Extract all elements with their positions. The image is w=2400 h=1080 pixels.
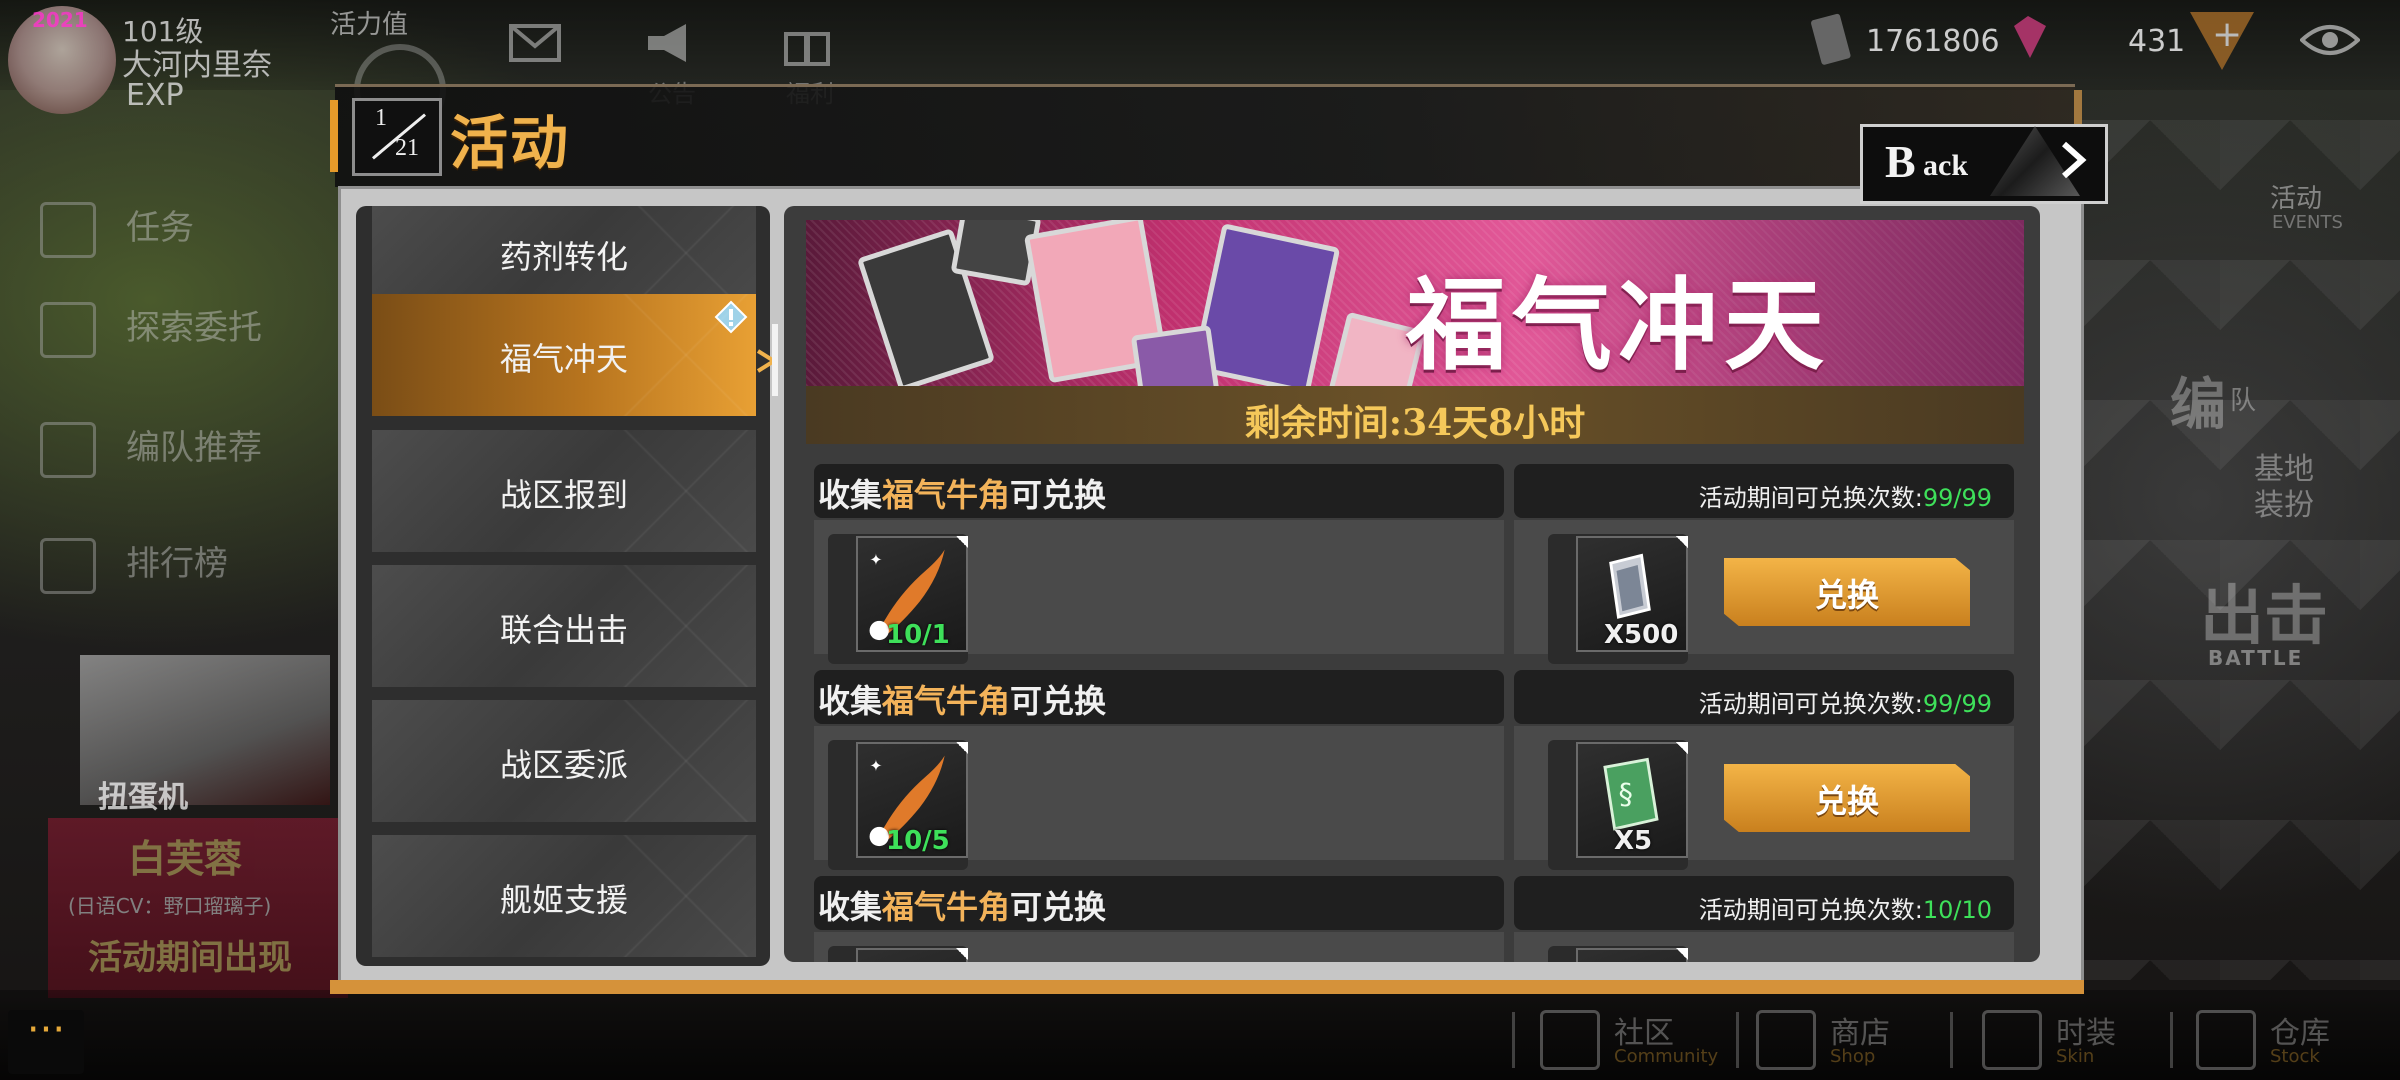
right-side-decoration — [2080, 120, 2400, 980]
exchange-button[interactable]: 兑换 — [1724, 558, 1970, 626]
exchange-button[interactable]: 兑换 — [1724, 764, 1970, 832]
battle-shortcut-en: BATTLE — [2208, 646, 2304, 670]
tab-scrollbar[interactable] — [772, 324, 778, 396]
promo-tagline: 活动期间出现 — [88, 938, 292, 978]
clipboard-icon — [40, 201, 96, 258]
fleet-shortcut-suffix: 队 — [2230, 386, 2257, 416]
header-accent-bar — [330, 100, 338, 172]
alert-badge-icon — [714, 300, 748, 334]
panel-bottom-trim — [330, 980, 2084, 994]
tab-zone-dispatch[interactable]: 战区委派 — [372, 700, 756, 822]
reward-quantity: X500 — [1604, 620, 1679, 650]
reward-quantity: X5 — [1614, 826, 1653, 856]
community-icon — [1540, 1010, 1600, 1070]
exchange-requirement-header: 收集福气牛角可兑换 — [814, 876, 1504, 930]
cost-item-slot[interactable] — [828, 946, 968, 962]
fortune-horn-icon — [856, 948, 968, 962]
shop-icon — [1756, 1010, 1816, 1070]
exchange-row: 收集福气牛角可兑换 活动期间可兑换次数:99/99 ✦ 10/5 § X5 兑换 — [814, 670, 2014, 870]
exchange-limit-header: 活动期间可兑换次数:10/10 — [1514, 876, 2014, 930]
dialog-title: 活动 — [450, 109, 571, 177]
exchange-requirement-header: 收集福气牛角可兑换 — [814, 670, 1504, 724]
exchange-row: 收集福气牛角可兑换 活动期间可兑换次数:10/10 — [814, 876, 2014, 962]
cost-quantity: 10/5 — [886, 826, 950, 856]
megaphone-icon[interactable] — [642, 20, 696, 66]
card-art — [1130, 324, 1222, 386]
promo-name: 白芙蓉 — [128, 837, 243, 881]
events-shortcut[interactable]: 活动 EVENTS — [2250, 120, 2380, 240]
fortune-horn-icon: ✦ 10/1 — [856, 536, 968, 652]
gem-count: 431 — [2128, 24, 2186, 59]
promo-banner[interactable]: 白芙蓉 (日语CV：野口瑠璃子) 活动期间出现 — [48, 818, 348, 998]
eye-icon[interactable] — [2299, 20, 2361, 60]
coin-icon — [1810, 12, 1854, 68]
base-decor-shortcut[interactable]: 基地 装扮 — [2254, 452, 2314, 524]
fortune-horn-icon: ✦ 10/5 — [856, 742, 968, 858]
silver-ticket-icon: X500 — [1576, 536, 1688, 652]
menu-item-fleet-recommend[interactable]: 编队推荐 — [40, 420, 262, 478]
avatar-year: 2021 — [32, 8, 88, 32]
menu-item-tasks[interactable]: 任务 — [40, 200, 194, 258]
svg-text:§: § — [1618, 777, 1632, 811]
more-button[interactable]: ··· — [8, 1010, 84, 1074]
reward-item-icon — [1576, 948, 1688, 962]
menu-item-ranking[interactable]: 排行榜 — [40, 536, 228, 594]
event-content: 福气冲天 剩余时间:34天8小时 收集福气牛角可兑换 活动期间可兑换次数:99/… — [784, 206, 2040, 962]
bottom-separator — [1736, 1012, 1739, 1068]
battle-shortcut[interactable]: 出击 — [2200, 565, 2328, 657]
skin-icon — [1982, 1010, 2042, 1070]
exchange-list[interactable]: 收集福气牛角可兑换 活动期间可兑换次数:99/99 ✦ 10/1 X500 兑换… — [784, 464, 2040, 962]
page-counter: 1 21 — [352, 98, 442, 176]
bottom-separator — [1950, 1012, 1953, 1068]
tab-fortune-sky[interactable]: 福气冲天 — [372, 294, 756, 416]
svg-text:✦: ✦ — [870, 757, 883, 775]
reward-item-slot[interactable]: X500 — [1548, 534, 1688, 664]
fleet-shortcut[interactable]: 编 — [2170, 360, 2226, 441]
svg-text:✦: ✦ — [870, 551, 883, 569]
tab-joint-sortie[interactable]: 联合出击 — [372, 565, 756, 687]
mail-icon[interactable] — [508, 20, 562, 66]
cost-item-slot[interactable]: ✦ 10/1 — [828, 534, 968, 664]
cost-item-slot[interactable]: ✦ 10/5 — [828, 740, 968, 870]
ranking-icon — [40, 537, 96, 594]
exchange-row: 收集福气牛角可兑换 活动期间可兑换次数:99/99 ✦ 10/1 X500 兑换 — [814, 464, 2014, 664]
bottom-separator — [2170, 1012, 2173, 1068]
exp-label: EXP — [126, 78, 184, 113]
banner-title: 福气冲天 — [1406, 266, 1830, 384]
reward-item-slot[interactable]: § X5 — [1548, 740, 1688, 870]
promo-cv: (日语CV：野口瑠璃子) — [68, 894, 272, 918]
fleet-icon — [40, 421, 96, 478]
bottom-separator — [1512, 1012, 1515, 1068]
gacha-label: 扭蛋机 — [98, 780, 188, 815]
tab-ship-support[interactable]: 舰姬支援 — [372, 835, 756, 957]
scroll-icon — [40, 301, 96, 358]
coin-count: 1761806 — [1866, 24, 2000, 59]
exchange-limit-header: 活动期间可兑换次数:99/99 — [1514, 464, 2014, 518]
green-chip-icon: § X5 — [1576, 742, 1688, 858]
reward-item-slot[interactable] — [1548, 946, 1688, 962]
event-banner: 福气冲天 — [806, 220, 2024, 386]
menu-item-explore[interactable]: 探索委托 — [40, 300, 262, 358]
remaining-time: 剩余时间:34天8小时 — [1244, 402, 1586, 444]
vitality-label: 活力值 — [330, 10, 409, 40]
gift-icon[interactable] — [780, 20, 834, 66]
cost-quantity: 10/1 — [886, 620, 950, 650]
tab-zone-checkin[interactable]: 战区报到 — [372, 430, 756, 552]
remaining-time-bar: 剩余时间:34天8小时 — [806, 386, 2024, 444]
exchange-limit-header: 活动期间可兑换次数:99/99 — [1514, 670, 2014, 724]
chevron-right-icon — [2062, 141, 2087, 179]
dialog-header — [335, 84, 2075, 187]
stock-icon — [2196, 1010, 2256, 1070]
gem-icon — [2000, 12, 2046, 68]
event-tab-list[interactable]: 药剂转化 福气冲天 战区报到 联合出击 战区委派 舰姬支援 — [356, 206, 770, 966]
exchange-requirement-header: 收集福气牛角可兑换 — [814, 464, 1504, 518]
